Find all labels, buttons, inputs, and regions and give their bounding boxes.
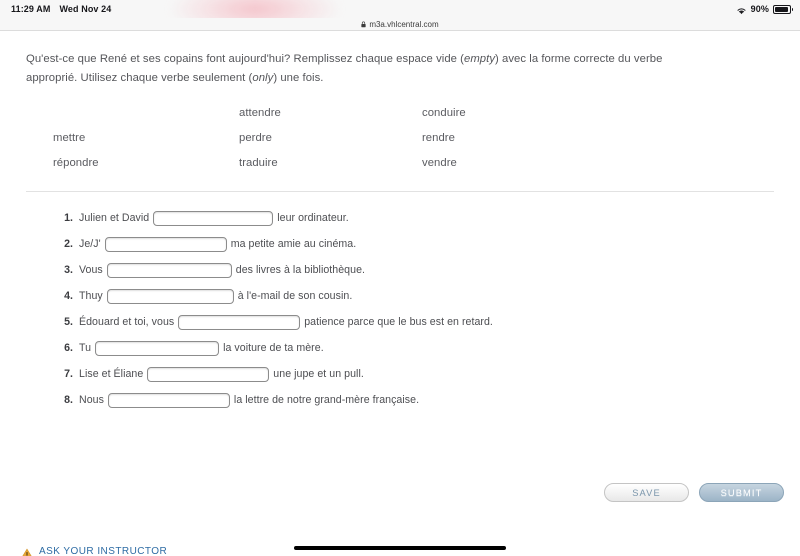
exercise-number: 8. xyxy=(64,394,73,406)
exercise-number: 6. xyxy=(64,342,73,354)
instructions-emphasis-empty: empty xyxy=(464,53,496,65)
exercise-number: 1. xyxy=(64,212,73,224)
exercise-text-before: Nous xyxy=(79,394,107,406)
status-bar-time: 11:29 AM xyxy=(11,4,51,14)
exercise-blank-input-1[interactable] xyxy=(153,210,274,226)
exercise-text-before: Je/J' xyxy=(79,238,104,250)
exercise-text-before: Vous xyxy=(79,264,106,276)
exercise-row: 1. Julien et David leur ordinateur. xyxy=(54,205,774,231)
url-text: m3a.vhlcentral.com xyxy=(369,19,439,29)
wifi-icon xyxy=(736,6,747,15)
exercise-blank-input-6[interactable] xyxy=(95,340,220,356)
status-bar-right: 90% xyxy=(736,4,793,15)
exercise-list: 1. Julien et David leur ordinateur. 2. J… xyxy=(26,205,774,413)
exercise-text-before: Julien et David xyxy=(79,212,153,224)
instructions-part-3: ) une fois. xyxy=(273,71,324,84)
exercise-blank-input-5[interactable] xyxy=(178,314,301,330)
exercise-row: 8. Nous la lettre de notre grand-mère fr… xyxy=(54,387,774,413)
verb-item xyxy=(53,107,239,119)
verb-item: mettre xyxy=(53,132,86,144)
status-bar-color-blur xyxy=(170,0,340,18)
exercise-text-after: une jupe et un pull. xyxy=(270,368,364,380)
exercise-blank-input-4[interactable] xyxy=(106,288,234,304)
exercise-text-before: Édouard et toi, vous xyxy=(79,316,178,328)
submit-button[interactable]: SUBMIT xyxy=(699,483,784,502)
exercise-row: 4. Thuy à l'e-mail de son cousin. xyxy=(54,283,774,309)
exercise-number: 2. xyxy=(64,238,73,250)
verb-item: conduire xyxy=(422,107,466,119)
lock-icon xyxy=(361,21,366,28)
save-button[interactable]: SAVE xyxy=(604,483,689,502)
exercise-row: 5. Édouard et toi, vous patience parce q… xyxy=(54,309,774,335)
verb-item: attendre xyxy=(239,107,281,119)
exercise-number: 4. xyxy=(64,290,73,302)
activity-content: Qu'est-ce que René et ses copains font a… xyxy=(0,31,800,413)
exercise-text-after: la lettre de notre grand-mère française. xyxy=(230,394,420,406)
exercise-number: 3. xyxy=(64,264,73,276)
section-divider xyxy=(26,191,774,192)
ios-status-bar: 11:29 AM Wed Nov 24 90% xyxy=(0,0,800,18)
verb-item: vendre xyxy=(422,157,457,169)
exercise-number: 7. xyxy=(64,368,73,380)
verb-item: perdre xyxy=(239,132,272,144)
exercise-blank-input-8[interactable] xyxy=(107,392,230,408)
exercise-blank-input-7[interactable] xyxy=(147,366,270,382)
activity-actions: SAVE SUBMIT xyxy=(604,483,784,502)
safari-url-bar[interactable]: m3a.vhlcentral.com xyxy=(0,18,800,31)
activity-instructions: Qu'est-ce que René et ses copains font a… xyxy=(26,50,686,87)
instructions-emphasis-only: only xyxy=(252,71,274,84)
status-bar-left: 11:29 AM Wed Nov 24 xyxy=(11,4,111,14)
vhlcentral-activity-page: Qu'est-ce que René et ses copains font a… xyxy=(0,31,800,556)
exercise-text-before: Thuy xyxy=(79,290,106,302)
exercise-row: 7. Lise et Éliane une jupe et un pull. xyxy=(54,361,774,387)
exercise-number: 5. xyxy=(64,316,73,328)
exercise-row: 3. Vous des livres à la bibliothèque. xyxy=(54,257,774,283)
ask-your-instructor-link[interactable]: ASK YOUR INSTRUCTOR xyxy=(21,546,167,556)
exercise-text-after: des livres à la bibliothèque. xyxy=(232,264,366,276)
exercise-text-after: patience parce que le bus est en retard. xyxy=(301,316,493,328)
exercise-text-after: ma petite amie au cinéma. xyxy=(227,238,357,250)
status-bar-date: Wed Nov 24 xyxy=(59,4,112,14)
exercise-text-after: à l'e-mail de son cousin. xyxy=(234,290,353,302)
exercise-text-before: Tu xyxy=(79,342,95,354)
verb-item: rendre xyxy=(422,132,455,144)
warning-triangle-icon xyxy=(21,546,33,556)
instructions-part-1: Qu'est-ce que René et ses copains font a… xyxy=(26,53,464,65)
exercise-text-after: leur ordinateur. xyxy=(274,212,349,224)
exercise-blank-input-3[interactable] xyxy=(106,262,232,278)
verb-item: traduire xyxy=(239,157,278,169)
battery-percent-label: 90% xyxy=(750,4,769,14)
exercise-row: 2. Je/J' ma petite amie au cinéma. xyxy=(54,231,774,257)
exercise-blank-input-2[interactable] xyxy=(104,236,227,252)
exercise-text-before: Lise et Éliane xyxy=(79,368,147,380)
ask-your-instructor-label: ASK YOUR INSTRUCTOR xyxy=(39,546,168,556)
verb-item: répondre xyxy=(53,157,99,169)
exercise-row: 6. Tu la voiture de ta mère. xyxy=(54,335,774,361)
verb-bank: attendre conduire mettre perdre rendre r… xyxy=(26,107,774,169)
home-indicator xyxy=(294,546,506,550)
battery-icon xyxy=(773,4,793,14)
exercise-text-after: la voiture de ta mère. xyxy=(220,342,324,354)
